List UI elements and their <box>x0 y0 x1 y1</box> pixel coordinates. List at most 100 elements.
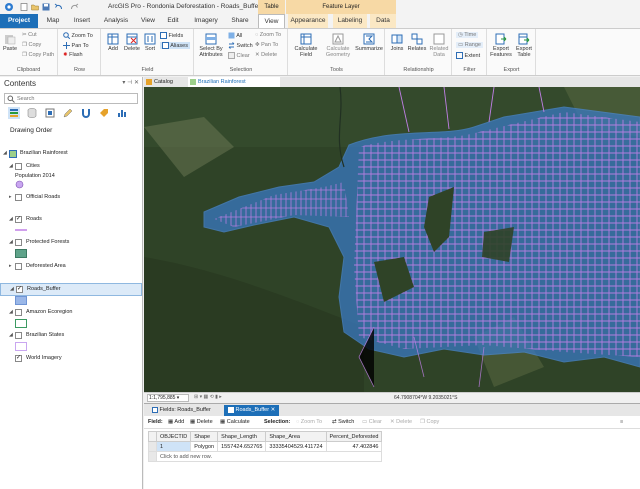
cell-shape[interactable]: Polygon <box>190 441 219 452</box>
tab-analysis[interactable]: Analysis <box>100 14 132 28</box>
clear-selection-button[interactable]: Clear <box>228 52 250 59</box>
calculate-field-button[interactable]: Calculate Field <box>293 33 319 58</box>
tab-map[interactable]: Map <box>42 14 64 28</box>
map-node-brazilian-rainforest[interactable]: ◢ Brazilian Rainforest <box>0 148 142 160</box>
tab-labeling[interactable]: Labeling <box>333 14 367 28</box>
layer-roads[interactable]: ◢ ✓ Roads <box>0 214 142 226</box>
joins-button[interactable]: Joins <box>388 33 406 52</box>
list-by-selection-icon[interactable] <box>44 107 56 119</box>
column-header-shape-area[interactable]: Shape_Area <box>265 431 327 442</box>
collapse-arrow-icon[interactable]: ◢ <box>9 332 13 338</box>
expand-arrow-icon[interactable]: ▸ <box>9 263 12 269</box>
layer-visibility-checkbox[interactable] <box>15 194 22 201</box>
paste-button[interactable]: Paste <box>2 33 18 52</box>
selection-zoom-to-button[interactable]: ◌ Zoom To <box>255 32 281 38</box>
export-features-button[interactable]: Export Features <box>489 33 513 58</box>
save-icon[interactable] <box>42 3 50 11</box>
redo-icon[interactable] <box>70 3 79 11</box>
tab-share[interactable]: Share <box>228 14 252 28</box>
list-by-source-icon[interactable] <box>26 107 38 119</box>
pin-icon[interactable]: ⊣ <box>127 80 132 86</box>
open-project-icon[interactable] <box>31 3 39 11</box>
new-project-icon[interactable] <box>20 3 28 11</box>
layer-roads-buffer[interactable]: ◢ ✓ Roads_Buffer <box>0 283 142 296</box>
layer-protected-forests[interactable]: ◢ Protected Forests <box>0 237 142 249</box>
layer-official-roads[interactable]: ▸ Official Roads <box>0 192 142 204</box>
scale-controls[interactable]: ⊞ ▾ ▦ ⟲ ▮ ▸ <box>194 394 222 400</box>
layer-visibility-checkbox[interactable] <box>15 239 22 246</box>
column-header-percent-deforested[interactable]: Percent_Deforested <box>325 431 383 442</box>
related-data-button[interactable]: Related Data <box>428 33 450 58</box>
collapse-arrow-icon[interactable]: ◢ <box>9 216 13 222</box>
map-canvas[interactable] <box>144 87 640 392</box>
selection-pan-to-button[interactable]: ✥ Pan To <box>255 42 278 48</box>
layer-visibility-checkbox[interactable] <box>15 332 22 339</box>
contents-search-box[interactable] <box>4 93 138 104</box>
table-menu-icon[interactable]: ≡ <box>620 419 623 425</box>
expand-arrow-icon[interactable]: ▸ <box>9 194 12 200</box>
add-row-hint[interactable]: Click to add new row. <box>155 451 383 462</box>
layer-world-imagery[interactable]: ✓ World Imagery <box>0 353 142 365</box>
close-tab-icon[interactable]: ✕ <box>271 407 276 413</box>
layer-deforested-area[interactable]: ▸ Deforested Area <box>0 261 142 273</box>
list-by-charts-icon[interactable] <box>116 107 128 119</box>
layer-visibility-checkbox[interactable]: ✓ <box>16 286 23 293</box>
copy-button[interactable]: ❐ Copy <box>22 42 41 48</box>
collapse-arrow-icon[interactable]: ◢ <box>9 239 13 245</box>
table-add-field-button[interactable]: ▦ Add <box>168 419 184 425</box>
column-header-shape[interactable]: Shape <box>190 431 219 442</box>
layer-brazilian-states[interactable]: ◢ Brazilian States <box>0 330 142 342</box>
row-pan-to-button[interactable]: Pan To <box>63 42 89 49</box>
select-all-button[interactable]: All <box>228 32 242 39</box>
pane-menu-icon[interactable]: ▾ <box>122 80 125 86</box>
cell-shape-area[interactable]: 33335404529.411724 <box>265 441 327 452</box>
row-selector[interactable] <box>148 441 157 452</box>
table-delete-field-button[interactable]: ▦ Delete <box>190 419 213 425</box>
tab-edit[interactable]: Edit <box>164 14 182 28</box>
table-calculate-button[interactable]: ▦ Calculate <box>220 419 250 425</box>
table-copy-button[interactable]: ❐ Copy <box>420 419 439 425</box>
tab-catalog[interactable]: Catalog <box>144 77 182 87</box>
relates-button[interactable]: Relates <box>407 33 427 52</box>
table-row[interactable]: 1 Polygon 1557424.652765 33335404529.411… <box>148 441 383 452</box>
cut-button[interactable]: ✂ Cut <box>22 32 37 38</box>
tab-insert[interactable]: Insert <box>70 14 94 28</box>
tab-appearance[interactable]: Appearance <box>288 14 328 28</box>
tab-imagery[interactable]: Imagery <box>190 14 222 28</box>
cell-objectid[interactable]: 1 <box>155 441 192 452</box>
layer-visibility-checkbox[interactable]: ✓ <box>15 216 22 223</box>
column-header-shape-length[interactable]: Shape_Length <box>217 431 267 442</box>
scale-selector[interactable]: 1:1,795,885 ▾ <box>147 394 189 402</box>
table-zoom-to-button[interactable]: ◌ Zoom To <box>296 419 322 425</box>
list-by-snapping-icon[interactable] <box>80 107 92 119</box>
layer-amazon-ecoregion[interactable]: ◢ Amazon Ecoregion <box>0 307 142 319</box>
add-row[interactable]: Click to add new row. <box>148 451 383 462</box>
sort-button[interactable]: Sort <box>143 33 157 52</box>
column-header-objectid[interactable]: OBJECTID <box>155 431 192 442</box>
collapse-arrow-icon[interactable]: ◢ <box>10 286 14 292</box>
list-by-editing-icon[interactable] <box>62 107 74 119</box>
layer-visibility-checkbox[interactable] <box>15 163 22 170</box>
copy-path-button[interactable]: ❐ Copy Path <box>22 52 54 58</box>
aliases-toggle[interactable]: Aliases <box>160 42 190 49</box>
table-switch-button[interactable]: ⇄ Switch <box>332 419 354 425</box>
extent-filter-toggle[interactable]: Extent <box>456 52 480 59</box>
tab-view[interactable]: View <box>138 14 158 28</box>
collapse-arrow-icon[interactable]: ◢ <box>9 163 13 169</box>
tab-data[interactable]: Data <box>370 14 396 28</box>
map-view[interactable]: Catalog Brazilian Rainforest 1:1,795,885… <box>144 77 640 403</box>
table-clear-button[interactable]: ▭ Clear <box>362 419 382 425</box>
flash-button[interactable]: ✸ Flash <box>63 52 83 58</box>
layer-visibility-checkbox[interactable]: ✓ <box>15 355 22 362</box>
cell-shape-length[interactable]: 1557424.652765 <box>217 441 267 452</box>
list-by-drawing-order-icon[interactable] <box>8 107 20 119</box>
time-filter-toggle[interactable]: ◷ Time <box>456 32 479 38</box>
switch-selection-button[interactable]: Switch <box>228 42 253 49</box>
layer-visibility-checkbox[interactable] <box>15 309 22 316</box>
fields-button[interactable]: Fields <box>160 32 183 39</box>
tab-fields-roads-buffer[interactable]: Fields: Roads_Buffer <box>148 405 215 416</box>
undo-icon[interactable] <box>54 3 63 11</box>
collapse-arrow-icon[interactable]: ◢ <box>9 309 13 315</box>
table-delete-selection-button[interactable]: ✕ Delete <box>390 419 412 425</box>
export-table-button[interactable]: Export Table <box>513 33 535 58</box>
